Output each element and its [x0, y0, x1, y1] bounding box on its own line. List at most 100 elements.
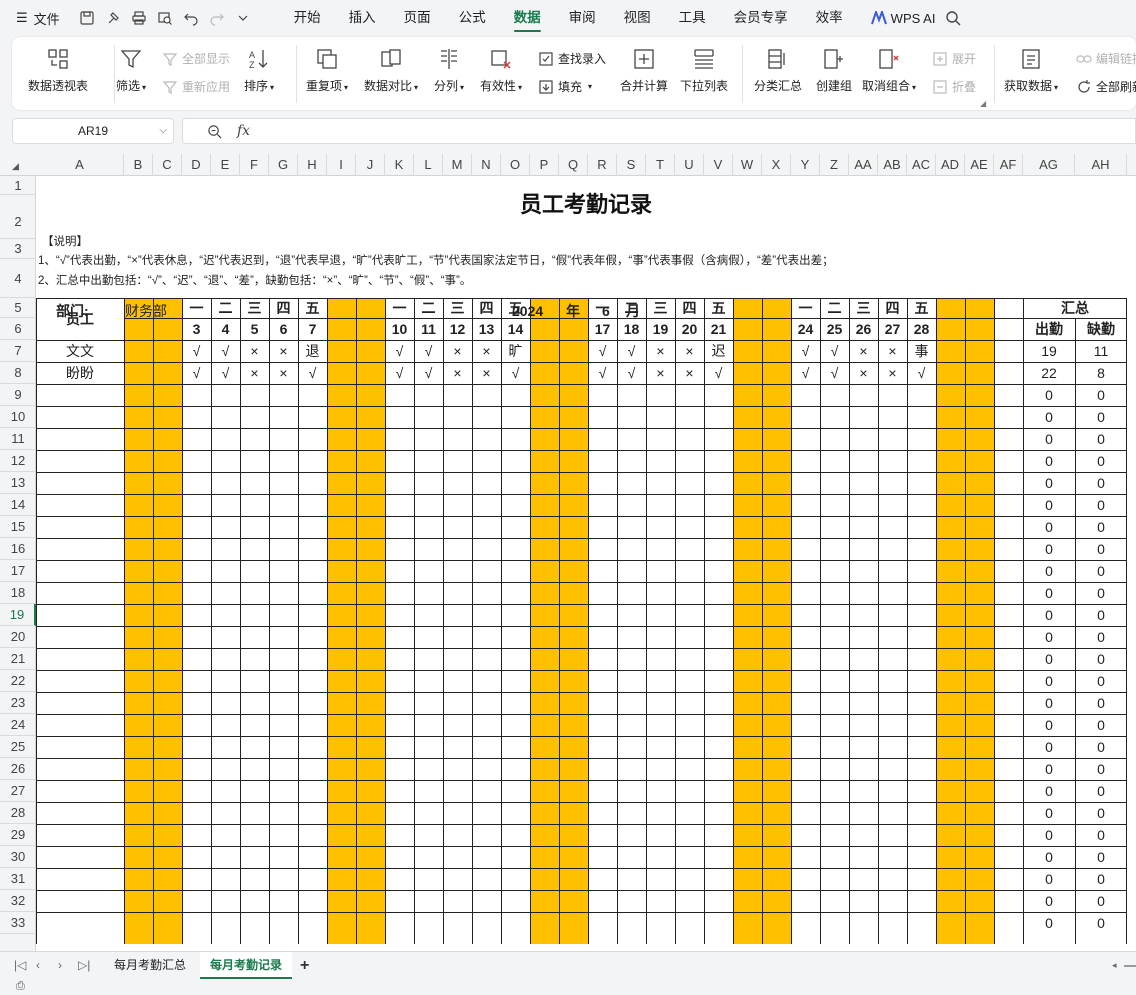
column-header[interactable]: AG [1023, 154, 1075, 176]
column-header[interactable]: V [704, 154, 733, 176]
print-icon[interactable] [126, 6, 152, 30]
row-header[interactable]: 14 [0, 494, 36, 516]
column-header[interactable]: X [762, 154, 791, 176]
pivot-table-button[interactable]: 数据透视表 [28, 37, 88, 94]
fill-button[interactable]: 填充 ▾ [538, 78, 592, 95]
column-header[interactable]: G [269, 154, 298, 176]
chevron-down-icon[interactable]: ⌵ [159, 125, 167, 136]
search-icon[interactable] [945, 10, 961, 26]
split-columns-button[interactable]: 分列 ▾ [434, 37, 464, 94]
fx-label[interactable]: fx [237, 123, 250, 139]
tab-5[interactable]: 审阅 [555, 0, 610, 36]
horizontal-scrollbar[interactable] [1124, 965, 1136, 967]
row-header[interactable]: 5 [0, 298, 36, 318]
row-header[interactable]: 3 [0, 239, 36, 259]
ungroup-button[interactable]: 取消组合 ▾ [862, 37, 916, 94]
tab-6[interactable]: 视图 [610, 0, 665, 36]
format-painter-icon[interactable] [100, 6, 126, 30]
row-header[interactable]: 12 [0, 450, 36, 472]
undo-icon[interactable] [178, 6, 204, 30]
row-header[interactable]: 15 [0, 516, 36, 538]
row-header[interactable]: 20 [0, 626, 36, 648]
row-header[interactable]: 29 [0, 824, 36, 846]
row-header[interactable]: 4 [0, 259, 36, 298]
column-header[interactable]: B [124, 154, 153, 176]
print-preview-icon[interactable] [152, 6, 178, 30]
show-all-button[interactable]: 全部显示 [162, 50, 230, 67]
last-sheet-icon[interactable]: ▷| [78, 958, 90, 972]
select-all-corner-icon[interactable]: ◢ [12, 161, 19, 172]
column-header[interactable]: C [153, 154, 182, 176]
sheet-tab-monthly-attendance[interactable]: 每月考勤记录 [200, 952, 293, 979]
column-header[interactable]: AH [1075, 154, 1127, 176]
column-header[interactable]: Z [820, 154, 849, 176]
column-header[interactable]: K [385, 154, 414, 176]
tab-4[interactable]: 数据 [500, 0, 555, 36]
save-icon[interactable] [74, 6, 100, 30]
column-header[interactable]: Y [791, 154, 820, 176]
name-box[interactable]: AR19 ⌵ [12, 118, 174, 144]
column-header[interactable]: M [443, 154, 472, 176]
duplicates-button[interactable]: 重复项 ▾ [306, 37, 348, 94]
column-header[interactable]: E [211, 154, 240, 176]
row-header[interactable]: 21 [0, 648, 36, 670]
row-header[interactable]: 16 [0, 538, 36, 560]
row-header[interactable]: 1 [0, 176, 36, 195]
worksheet-grid[interactable]: ◢ A B C D E F G H I J K L M N O P Q R S T U V W X Y Z AA AB AC AD AE AF… [0, 154, 1136, 951]
scroll-left-icon[interactable]: ◂ [1112, 960, 1117, 971]
tab-1[interactable]: 插入 [335, 0, 390, 36]
edit-links-button[interactable]: 编辑链接 [1076, 50, 1136, 67]
row-header[interactable]: 28 [0, 802, 36, 824]
refresh-all-button[interactable]: 全部刷新 [1076, 78, 1136, 95]
column-header[interactable]: AF [994, 154, 1023, 176]
row-header[interactable]: 26 [0, 758, 36, 780]
column-header[interactable]: W [733, 154, 762, 176]
column-header[interactable]: N [472, 154, 501, 176]
row-header[interactable]: 31 [0, 868, 36, 890]
column-header[interactable]: AD [936, 154, 965, 176]
expand-button[interactable]: 展开 [932, 50, 976, 67]
find-entry-button[interactable]: 查找录入 [538, 50, 606, 67]
column-header[interactable]: AE [965, 154, 994, 176]
file-menu[interactable]: ☰ 文件 [0, 9, 68, 28]
column-header[interactable]: O [501, 154, 530, 176]
column-header[interactable]: D [182, 154, 211, 176]
cell-area[interactable]: 0 0 0 0 0 0 0 0 0 0 0 0 0 0 0 0 0 0 0 0 0 0 0 0 0 0 0 0 0 0 0 0 0 0 0 0 0 0 0 0… [36, 176, 1136, 951]
column-header[interactable]: R [588, 154, 617, 176]
macro-record-icon[interactable]: ⎙ [16, 980, 25, 993]
column-header[interactable]: AA [849, 154, 878, 176]
prev-sheet-icon[interactable]: ‹ [36, 958, 40, 972]
get-data-button[interactable]: 获取数据 ▾ [1004, 37, 1058, 94]
column-header[interactable]: AB [878, 154, 907, 176]
row-header[interactable]: 30 [0, 846, 36, 868]
row-header[interactable]: 8 [0, 362, 36, 384]
column-header[interactable]: AC [907, 154, 936, 176]
collapse-button[interactable]: 折叠 [932, 78, 976, 95]
column-header[interactable]: L [414, 154, 443, 176]
first-sheet-icon[interactable]: |◁ [14, 958, 26, 972]
dropdown-list-button[interactable]: 下拉列表 [680, 37, 728, 94]
row-header[interactable]: 7 [0, 340, 36, 362]
row-header[interactable]: 18 [0, 582, 36, 604]
filter-button[interactable]: 筛选 ▾ [116, 37, 146, 94]
sheet-tab-monthly-summary[interactable]: 每月考勤汇总 [104, 952, 196, 979]
zoom-icon[interactable] [207, 124, 222, 139]
tab-7[interactable]: 工具 [665, 0, 720, 36]
add-sheet-button[interactable]: + [290, 952, 319, 979]
row-header[interactable]: 27 [0, 780, 36, 802]
column-header[interactable]: H [298, 154, 327, 176]
validity-button[interactable]: 有效性 ▾ [480, 37, 522, 94]
row-header[interactable]: 11 [0, 428, 36, 450]
column-header[interactable]: J [356, 154, 385, 176]
sort-button[interactable]: AZ 排序 ▾ [244, 37, 274, 94]
row-header[interactable]: 24 [0, 714, 36, 736]
row-header[interactable]: 33 [0, 912, 36, 934]
row-header[interactable]: 22 [0, 670, 36, 692]
column-header[interactable]: F [240, 154, 269, 176]
create-group-button[interactable]: 创建组 [816, 37, 852, 94]
row-header[interactable]: 13 [0, 472, 36, 494]
tab-8[interactable]: 会员专享 [720, 0, 802, 36]
consolidate-button[interactable]: 合并计算 [620, 37, 668, 94]
column-header[interactable]: S [617, 154, 646, 176]
row-header[interactable]: 6 [0, 318, 36, 340]
